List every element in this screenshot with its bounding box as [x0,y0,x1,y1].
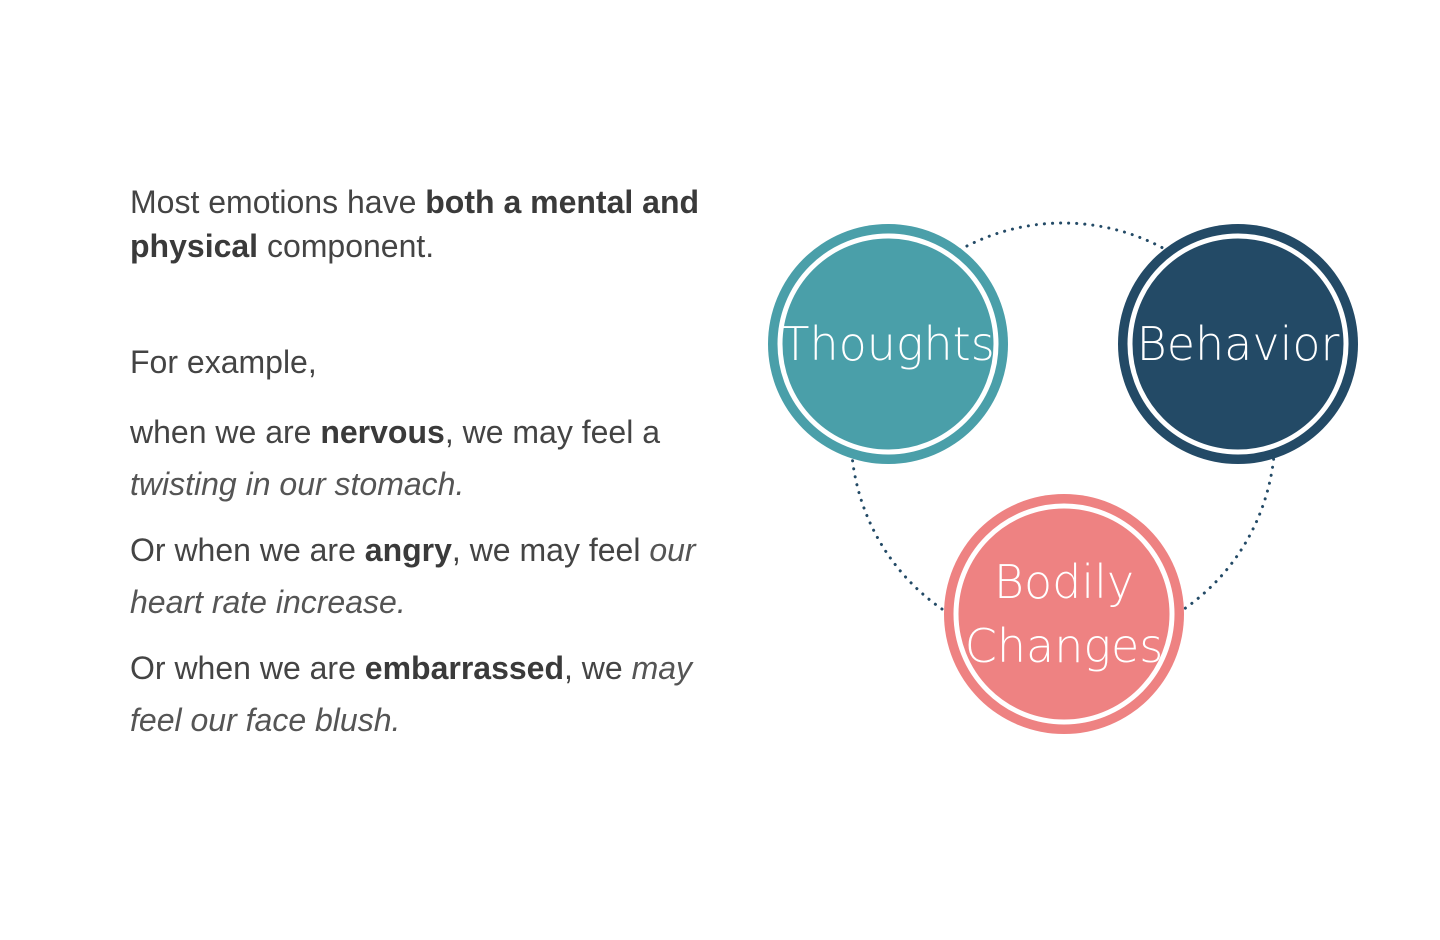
example-mid: , we may feel a [444,414,661,450]
example-mid: , we may feel [451,532,650,568]
intro-paragraph: Most emotions have both a mental and phy… [130,180,730,268]
example-lead: when we are [130,414,321,450]
example-embarrassed: Or when we are embarrassed, we may feel … [130,642,730,746]
text-column: Most emotions have both a mental and phy… [130,180,730,760]
node-bodily-changes: Bodily Changes [944,494,1184,734]
emotion-components-diagram: Thoughts Behavior Bodily Changes [740,190,1400,770]
example-emotion: nervous [320,414,445,450]
diagram-canvas: Thoughts Behavior Bodily Changes [768,221,1358,734]
example-emotion: angry [364,532,452,568]
intro-suffix: component. [258,228,435,264]
node-thoughts: Thoughts [768,224,1008,464]
example-lead: Or when we are [130,532,365,568]
node-label: Bodily [994,555,1134,609]
example-nervous: when we are nervous, we may feel a twist… [130,406,730,510]
intro-prefix: Most emotions have [130,184,426,220]
for-example-heading: For example, [130,344,317,380]
example-lead: Or when we are [130,650,365,686]
node-label: Thoughts [781,317,994,371]
example-angry: Or when we are angry, we may feel our he… [130,524,730,628]
example-mid: , we [564,650,632,686]
example-emotion: embarrassed [364,650,564,686]
node-label: Changes [965,619,1164,673]
node-behavior: Behavior [1118,224,1358,464]
node-label: Behavior [1137,317,1340,371]
example-effect: twisting in our stomach. [130,466,465,502]
node-inner-circle [953,503,1175,725]
